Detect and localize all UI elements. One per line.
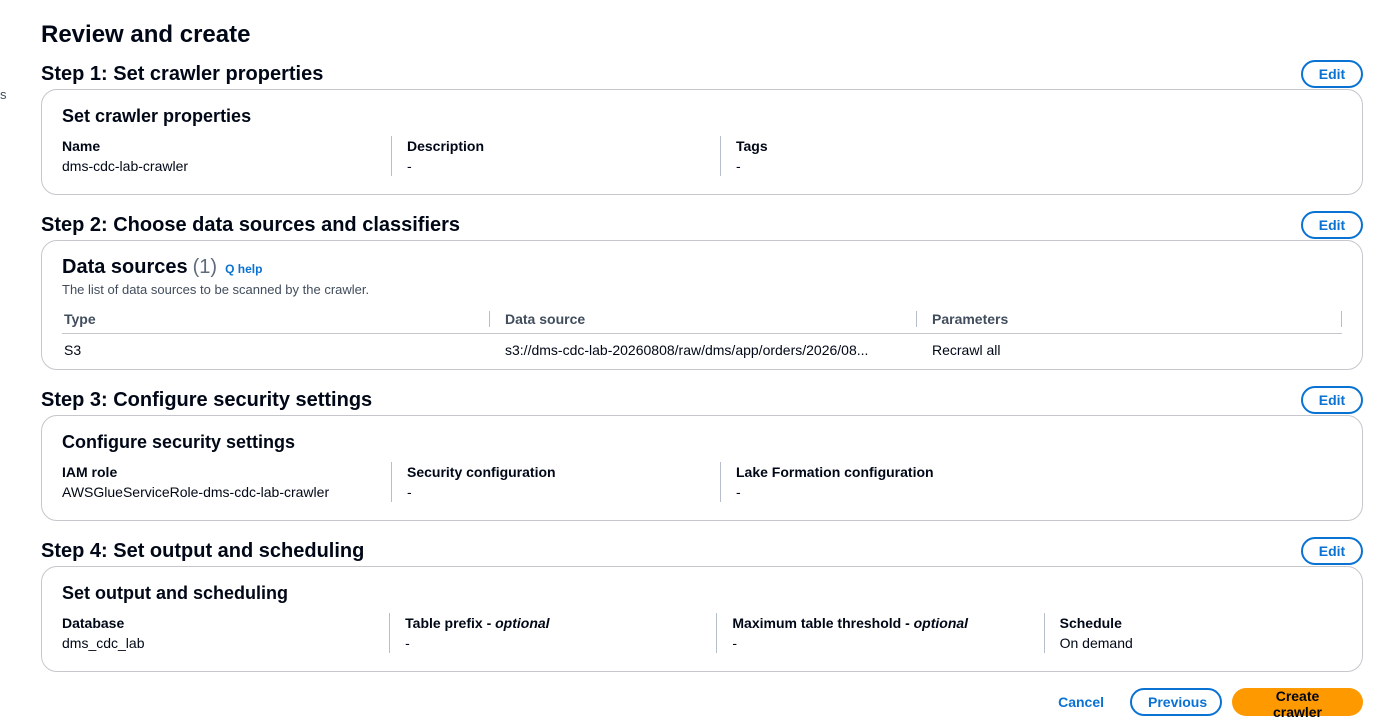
step-2-edit-button[interactable]: Edit — [1301, 211, 1363, 239]
cell-parameters: Recrawl all — [932, 342, 1001, 359]
step-4-header: Step 4: Set output and scheduling Edit — [41, 535, 1363, 567]
field-tags: Tags - — [720, 136, 1049, 176]
security-settings-card: Configure security settings IAM role AWS… — [41, 415, 1363, 521]
step-4-title: Step 4: Set output and scheduling — [41, 540, 365, 562]
wizard-footer: Cancel Previous Create crawler — [1042, 688, 1363, 720]
column-header-type: Type — [62, 305, 503, 334]
column-header-parameters: Parameters — [916, 305, 1342, 334]
truncated-sidebar-text: s — [0, 87, 7, 102]
cancel-button[interactable]: Cancel — [1042, 694, 1120, 710]
field-iam-role: IAM role AWSGlueServiceRole-dms-cdc-lab-… — [62, 464, 330, 500]
field-description: Description - — [391, 136, 720, 176]
table-header-row: Type Data source Parameters — [62, 305, 1342, 334]
step-4-edit-button[interactable]: Edit — [1301, 537, 1363, 565]
field-database: Database dms_cdc_lab — [62, 615, 145, 651]
data-sources-title: Data sources — [62, 256, 188, 278]
data-sources-header: Data sources (1) Q help — [62, 255, 1342, 279]
step-3-title: Step 3: Configure security settings — [41, 389, 373, 411]
field-schedule: Schedule On demand — [1043, 613, 1342, 653]
help-info-link[interactable]: Q help — [225, 262, 262, 276]
output-scheduling-card: Set output and scheduling Database dms_c… — [41, 566, 1363, 672]
step-2-header: Step 2: Choose data sources and classifi… — [41, 209, 1363, 241]
field-max-table-threshold: Maximum table threshold - optional - — [716, 613, 1043, 653]
step-3-edit-button[interactable]: Edit — [1301, 386, 1363, 414]
page-title: Review and create — [41, 21, 251, 48]
data-sources-card: Data sources (1) Q help The list of data… — [41, 240, 1363, 370]
field-security-configuration: Security configuration - — [391, 462, 720, 502]
card-title: Configure security settings — [62, 432, 296, 452]
cell-type: S3 — [64, 342, 82, 359]
card-title: Set crawler properties — [62, 106, 252, 126]
data-sources-description: The list of data sources to be scanned b… — [62, 282, 370, 297]
key-value-row: Database dms_cdc_lab Table prefix - opti… — [62, 613, 1342, 653]
key-value-row: Name dms-cdc-lab-crawler Description - T… — [62, 136, 1342, 176]
table-row: S3 s3://dms-cdc-lab-20260808/raw/dms/app… — [62, 333, 1342, 367]
data-sources-table: Type Data source Parameters S3 s3://dms-… — [62, 305, 1342, 367]
step-2-title: Step 2: Choose data sources and classifi… — [41, 214, 461, 236]
cell-data-source: s3://dms-cdc-lab-20260808/raw/dms/app/or… — [505, 342, 869, 359]
field-name: Name dms-cdc-lab-crawler — [62, 138, 189, 174]
field-table-prefix: Table prefix - optional - — [389, 613, 716, 653]
step-1-edit-button[interactable]: Edit — [1301, 60, 1363, 88]
column-header-data-source: Data source — [489, 305, 930, 334]
crawler-properties-card: Set crawler properties Name dms-cdc-lab-… — [41, 89, 1363, 195]
key-value-row: IAM role AWSGlueServiceRole-dms-cdc-lab-… — [62, 462, 1342, 502]
previous-button[interactable]: Previous — [1130, 688, 1222, 716]
data-sources-count: (1) — [192, 256, 218, 278]
field-lake-formation: Lake Formation configuration - — [720, 462, 1049, 502]
step-3-header: Step 3: Configure security settings Edit — [41, 384, 1363, 416]
card-title: Set output and scheduling — [62, 583, 288, 603]
step-1-title: Step 1: Set crawler properties — [41, 63, 324, 85]
create-crawler-button[interactable]: Create crawler — [1232, 688, 1363, 720]
step-1-header: Step 1: Set crawler properties Edit — [41, 58, 1363, 90]
